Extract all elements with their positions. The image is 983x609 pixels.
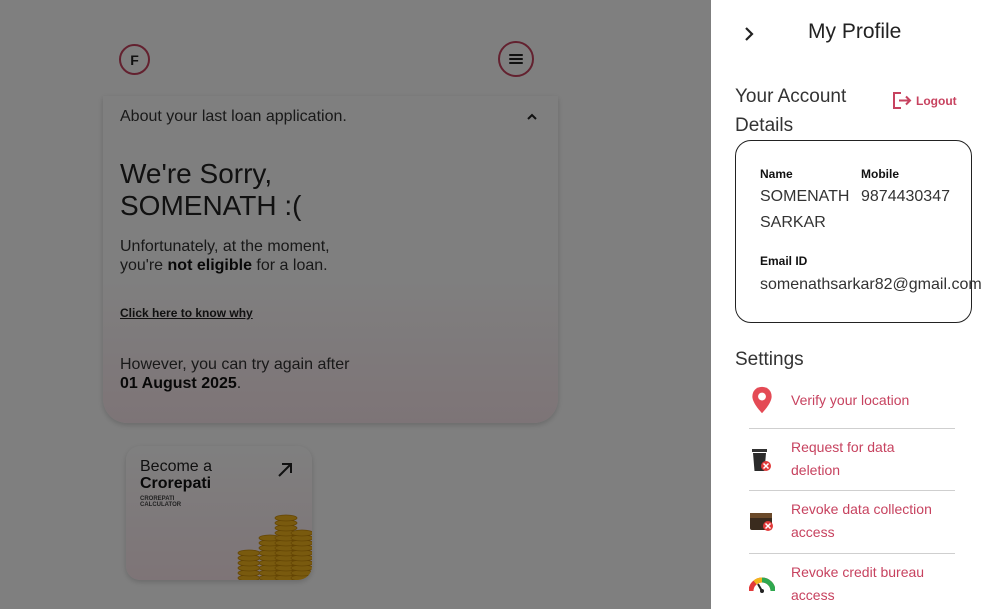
mobile-value: 9874430347 [861, 188, 950, 205]
setting-verify-location[interactable]: Verify your location [749, 383, 955, 429]
setting-label-line2: deletion [791, 462, 841, 478]
profile-drawer: My Profile Your Account Details Logout N… [711, 0, 983, 609]
name-line2: SARKAR [760, 214, 826, 231]
setting-label: Revoke data collection access [791, 498, 951, 544]
name-label: Name [760, 167, 793, 181]
account-heading-line2: Details [735, 115, 794, 136]
modal-overlay[interactable] [0, 0, 711, 609]
drawer-title: My Profile [808, 20, 902, 43]
credit-gauge-icon [749, 577, 775, 593]
account-heading-line1: Your Account [735, 86, 847, 107]
setting-data-deletion[interactable]: Request for data deletion [749, 429, 955, 491]
location-pin-icon [752, 386, 772, 414]
mobile-label: Mobile [861, 167, 899, 181]
account-details-heading: Your Account Details [735, 82, 865, 140]
setting-label: Request for data deletion [791, 436, 951, 482]
logout-icon [893, 92, 912, 109]
setting-revoke-data-collection[interactable]: Revoke data collection access [749, 491, 955, 554]
setting-label: Verify your location [791, 389, 951, 412]
setting-label-line1: Revoke data collection [791, 501, 932, 517]
setting-label: Revoke credit bureau access [791, 561, 951, 607]
email-value: somenathsarkar82@gmail.com [760, 276, 982, 293]
name-value: SOMENATH SARKAR [760, 184, 860, 236]
setting-label-line1: Request for data [791, 439, 895, 455]
email-label: Email ID [760, 254, 808, 268]
logout-label: Logout [916, 93, 957, 108]
setting-revoke-credit-bureau[interactable]: Revoke credit bureau access [749, 554, 955, 609]
setting-label-line2: access [791, 524, 835, 540]
account-details-card: Name SOMENATH SARKAR Mobile 9874430347 E… [735, 140, 982, 323]
name-line1: SOMENATH [760, 188, 850, 205]
setting-label-line1: Verify your location [791, 392, 910, 408]
chevron-right-icon[interactable] [740, 25, 758, 43]
settings-heading: Settings [735, 349, 804, 370]
logout-button[interactable]: Logout [892, 91, 957, 110]
wallet-icon [750, 513, 773, 531]
setting-label-line1: Revoke credit bureau [791, 564, 925, 580]
trash-bin-icon [752, 449, 771, 471]
setting-label-line2: access [791, 587, 835, 603]
